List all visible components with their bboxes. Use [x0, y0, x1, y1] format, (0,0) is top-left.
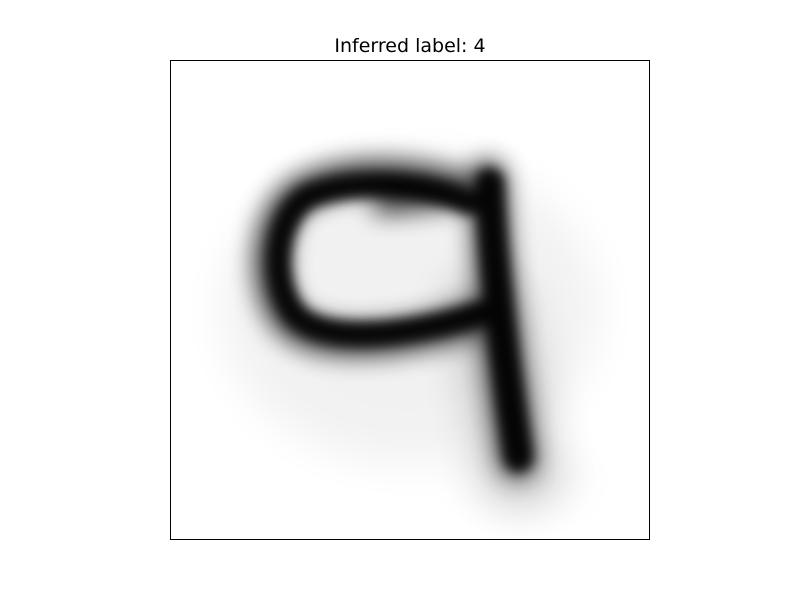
image-axes — [170, 60, 650, 540]
figure-title: Inferred label: 4 — [334, 35, 486, 57]
digit-image — [171, 61, 649, 539]
